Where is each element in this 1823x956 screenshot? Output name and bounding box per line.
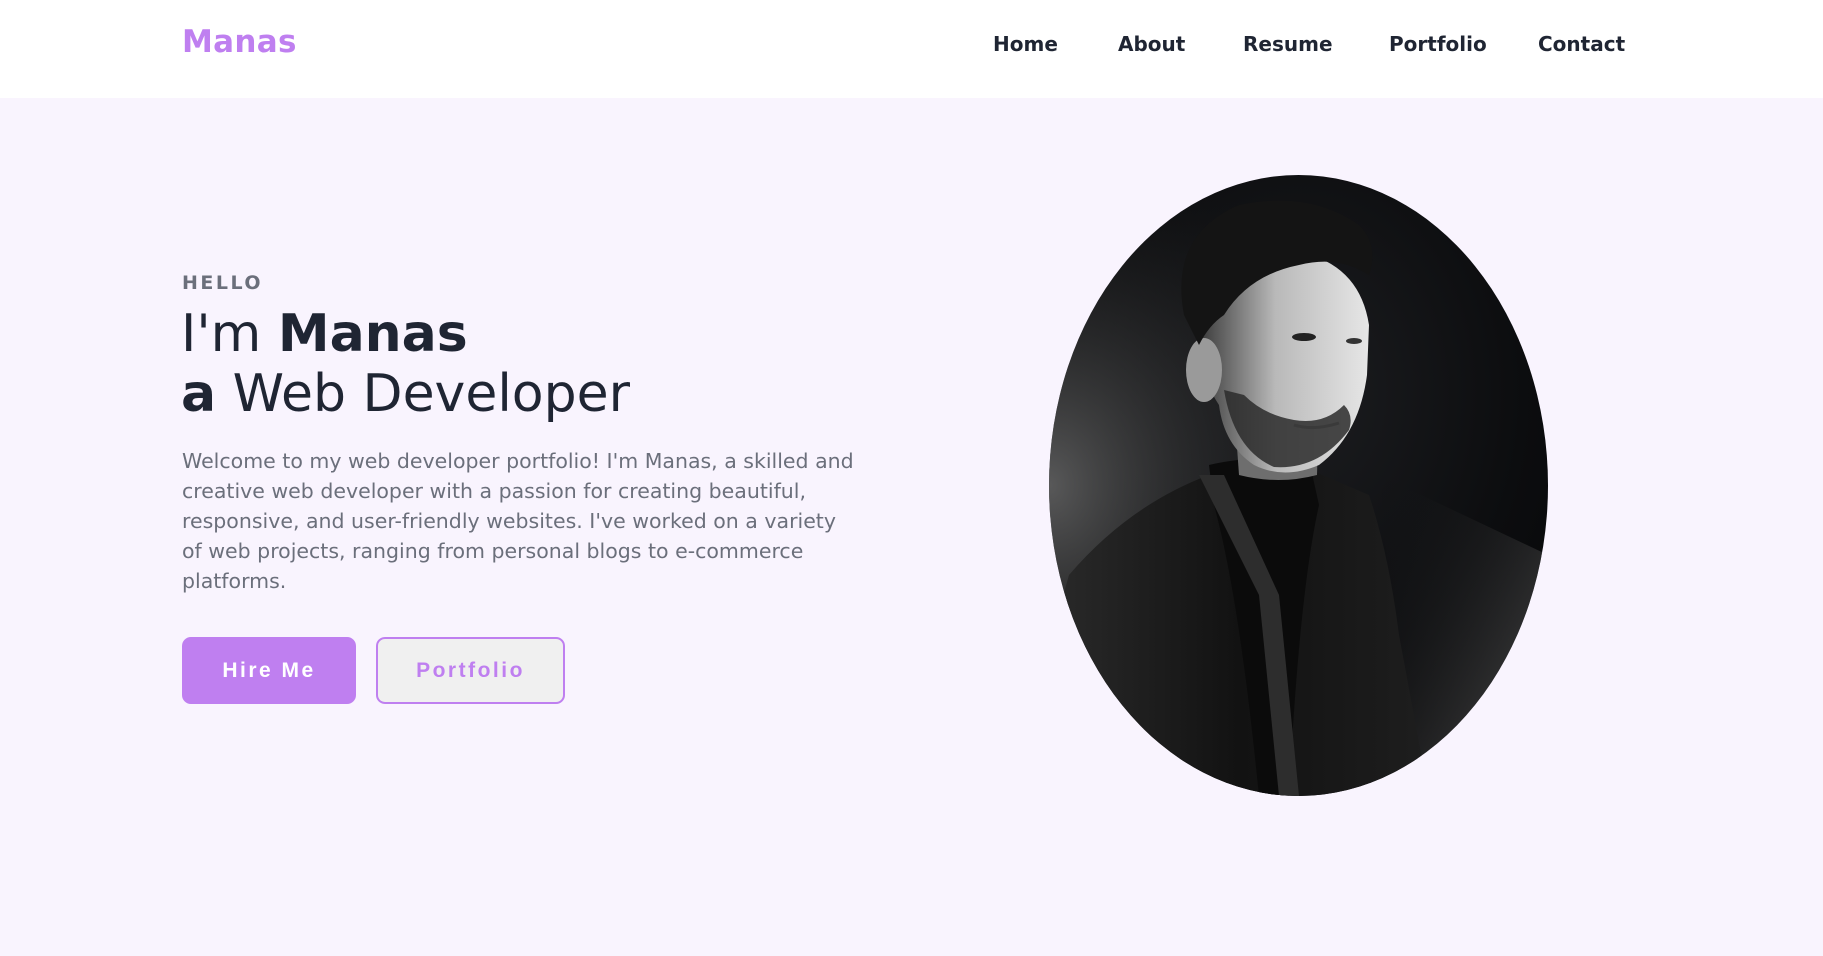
- portrait-image: [1049, 175, 1548, 796]
- nav-about[interactable]: About: [1118, 32, 1185, 56]
- headline-article: a: [181, 364, 217, 424]
- portfolio-button[interactable]: Portfolio: [376, 637, 565, 704]
- headline-role: Web Developer: [216, 364, 630, 424]
- site-logo[interactable]: Manas: [182, 24, 297, 60]
- nav-portfolio[interactable]: Portfolio: [1389, 32, 1487, 56]
- headline-prefix: I'm: [181, 304, 278, 364]
- site-header: Manas Home About Resume Portfolio Contac…: [0, 0, 1823, 98]
- headline-name: Manas: [277, 304, 468, 364]
- hero-greeting: HELLO: [182, 272, 264, 294]
- nav-resume[interactable]: Resume: [1243, 32, 1333, 56]
- hire-me-button[interactable]: Hire Me: [182, 637, 356, 704]
- hero-intro: Welcome to my web developer portfolio! I…: [182, 449, 854, 593]
- profile-photo: [1049, 175, 1548, 796]
- nav-contact[interactable]: Contact: [1538, 32, 1625, 56]
- hero-headline: I'm Manas a Web Developer: [181, 304, 630, 424]
- nav-home[interactable]: Home: [993, 32, 1058, 56]
